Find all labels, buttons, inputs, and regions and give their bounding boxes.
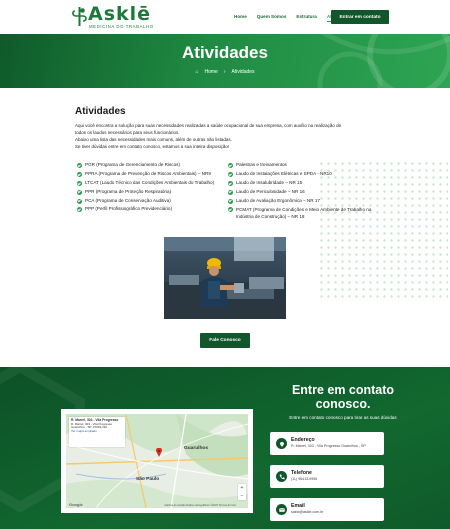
list-item: PCA (Programa de Conservação Auditiva) [77,198,227,204]
activities-list-right: Palestras e treinamentos Laudo de Instal… [228,162,378,224]
google-logo: Google [69,502,83,507]
intro-line: todos os laudos necessários para seus fu… [75,130,180,135]
intro-line: Abaixo uma lista das necessidades mais c… [75,137,232,142]
list-item: Laudo de Instalações Elétricas e SPDA - … [228,171,378,177]
list-item: PPR (Programa de Proteção Respiratória) [77,189,227,195]
intro-line: Se tiver dúvidas entre em contato conosc… [75,144,230,149]
contact-title: Entre em contato conosco. [291,383,395,411]
factory-worker-image [164,237,286,319]
map-pin-icon[interactable] [156,448,162,457]
page-title: Atividades [182,43,268,62]
fale-conosco-button[interactable]: Fale Conosco [200,333,250,348]
list-item: Laudo de Insalubridade – NR 15 [228,180,378,186]
list-item: LTCAT (Laudo Técnico das Condições Ambie… [77,180,227,186]
check-icon [77,189,82,195]
zoom-in-button[interactable]: + [238,484,246,492]
intro-line: Aqui você encontra a solução para suas n… [75,123,342,128]
check-icon [77,163,82,168]
check-icon [228,180,233,186]
check-icon [77,171,82,177]
map-embed[interactable]: R. Marrel, 303 - Vila Progresso R. Marre… [61,409,253,513]
logo[interactable]: Asklē MEDICINA DO TRABALHO [72,3,162,31]
phone-card: Telefone (11) 96413-9955 [270,465,384,488]
intro-text: Aqui você encontra a solução para suas n… [75,122,375,150]
phone-icon [276,471,287,482]
location-icon [276,438,287,449]
check-icon [228,189,233,195]
home-icon[interactable]: ⌂ [195,69,198,75]
logo-caduceus-icon [72,7,87,26]
map-canvas[interactable]: R. Marrel, 303 - Vila Progresso R. Marre… [66,414,248,508]
list-item: PPP (Perfil Profissiográfico Previdenciá… [77,207,227,213]
check-icon [228,207,233,213]
map-zoom-control[interactable]: + − [238,484,246,500]
nav-quem-somos[interactable]: Quem Somos [257,14,287,22]
zoom-out-button[interactable]: − [238,492,246,500]
logo-subtitle: MEDICINA DO TRABALHO [89,24,154,29]
breadcrumb-separator: › [223,69,226,75]
contact-subtitle: Entre em contato conosco para tirar as s… [289,415,397,420]
map-info-card: R. Marrel, 303 - Vila Progresso R. Marre… [69,417,125,447]
logo-text: Asklē [88,3,152,25]
check-icon [228,163,233,168]
envelope-icon [276,504,287,515]
map-label-guarulhos: Guarulhos [184,446,208,451]
breadcrumb-current: Atividades [231,69,255,75]
address-card: Endereço R. Marrel, 303 - Vila Progresso… [270,432,384,455]
contact-section: R. Marrel, 303 - Vila Progresso R. Marre… [0,367,450,529]
list-item: PCMAT (Programa de Condições e Meio Ambi… [228,207,378,220]
page-hero: Atividades ⌂ Home › Atividades [0,34,450,88]
worker-photo [164,237,286,319]
email-card: Email saktc@askle.com.br [270,498,384,521]
phone-link[interactable]: (11) 96413-9955 [291,477,317,481]
check-icon [77,207,82,213]
activities-list-left: PGR (Programa de Gerenciamento de Riscos… [77,162,227,216]
breadcrumb-home[interactable]: Home [204,69,217,75]
list-item: PGR (Programa de Gerenciamento de Riscos… [77,162,227,168]
check-icon [77,198,82,204]
map-label-sao-paulo: São Paulo [136,477,160,482]
email-link[interactable]: saktc@askle.com.br [291,510,323,514]
contact-button[interactable]: Entrar em contato [331,10,389,24]
list-item: PPRA (Programa de Prevenção de Riscos Am… [77,171,227,177]
list-item: Laudo de Avaliação Ergonômica – NR 17 [228,198,378,204]
list-item: Laudo de Periculosidade – NR 16 [228,189,378,195]
site-header: Asklē MEDICINA DO TRABALHO Home Quem Som… [0,0,450,34]
section-title: Atividades [75,106,126,117]
breadcrumb: ⌂ Home › Atividades [0,69,450,75]
nav-estrutura[interactable]: Estrutura [296,14,316,22]
check-icon [228,198,233,204]
map-credits[interactable]: Atalhos do teclado Dados cartográficos ©… [164,504,236,507]
check-icon [77,180,82,186]
nav-home[interactable]: Home [234,14,247,22]
map-enlarge-link[interactable]: Ver mapa ampliado [71,429,123,434]
check-icon [228,171,233,177]
list-item: Palestras e treinamentos [228,162,378,168]
